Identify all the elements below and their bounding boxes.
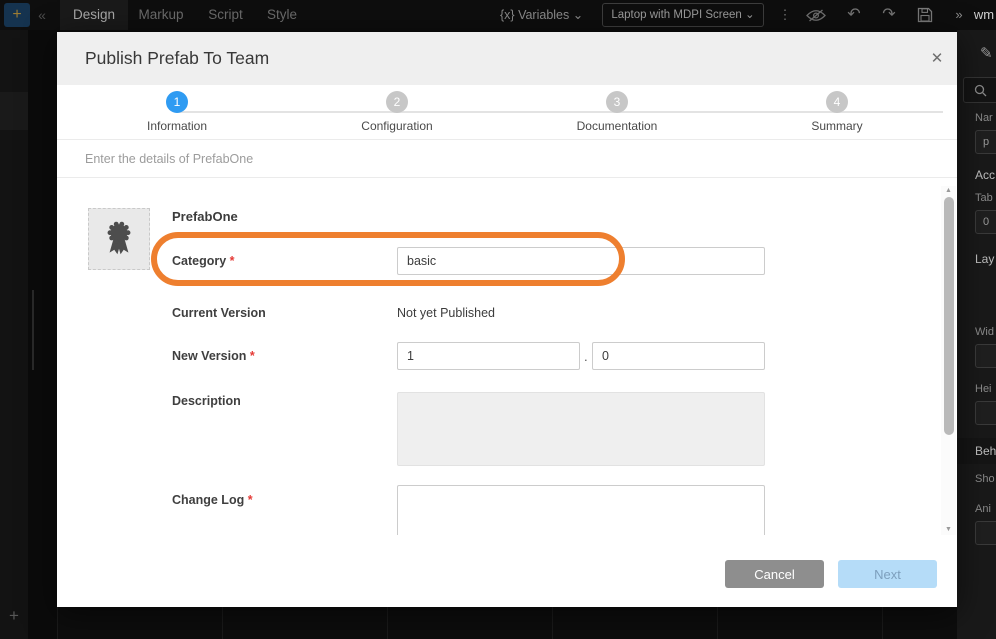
- current-version-label: Current Version: [172, 306, 266, 320]
- description-textarea[interactable]: [397, 392, 765, 466]
- device-preview-dropdown[interactable]: Laptop with MDPI Screen ⌄: [602, 3, 764, 27]
- version-minor-input[interactable]: [592, 342, 765, 370]
- next-button[interactable]: Next: [838, 560, 937, 588]
- required-marker: *: [230, 254, 235, 268]
- device-label: Laptop with MDPI Screen: [611, 9, 741, 21]
- save-icon[interactable]: [917, 7, 933, 28]
- prop-animation-input[interactable]: [975, 521, 996, 545]
- dialog-header: Publish Prefab To Team ✕: [57, 32, 957, 85]
- prop-name-input[interactable]: p: [975, 130, 996, 154]
- add-widget-button[interactable]: +: [4, 3, 30, 27]
- category-input[interactable]: [397, 247, 765, 275]
- step-documentation[interactable]: 3 Documentation: [557, 91, 677, 133]
- step-2-circle: 2: [386, 91, 408, 113]
- rail-scroll-indicator: [32, 290, 34, 370]
- prop-section-accessibility: Acc: [975, 168, 995, 182]
- prop-width-input[interactable]: [975, 344, 996, 368]
- property-search-input[interactable]: [963, 77, 996, 103]
- scrollbar-down-icon[interactable]: ▼: [941, 525, 956, 535]
- required-marker: *: [250, 349, 255, 363]
- new-version-label: New Version *: [172, 349, 255, 363]
- prop-height-input[interactable]: [975, 401, 996, 425]
- change-log-textarea[interactable]: [397, 485, 765, 535]
- tab-script[interactable]: Script: [198, 0, 253, 30]
- preview-eye-off-icon[interactable]: [806, 9, 826, 27]
- step-4-circle: 4: [826, 91, 848, 113]
- left-tree-rail: [28, 30, 57, 639]
- wizard-steps: 1 Information 2 Configuration 3 Document…: [57, 85, 957, 140]
- prop-tabindex-label: Tab: [975, 192, 993, 204]
- left-icon-rail: +: [0, 30, 28, 639]
- prefab-thumbnail: [88, 208, 150, 270]
- prop-name-label: Nar: [975, 112, 993, 124]
- properties-panel: ✎ Nar p Acc Tab 0 Lay Wid Hei Beh Sho An…: [957, 30, 996, 639]
- prop-animation-label: Ani: [975, 503, 991, 515]
- publish-prefab-dialog: Publish Prefab To Team ✕ 1 Information 2…: [57, 32, 957, 607]
- step-3-circle: 3: [606, 91, 628, 113]
- category-label: Category *: [172, 254, 235, 268]
- rail-panel-block: [0, 92, 28, 130]
- collapse-left-icon[interactable]: «: [34, 0, 50, 30]
- prop-width-label: Wid: [975, 326, 994, 338]
- kebab-menu-icon[interactable]: ⋮: [778, 0, 792, 30]
- dialog-title: Publish Prefab To Team: [85, 32, 269, 85]
- version-major-input[interactable]: [397, 342, 580, 370]
- add-page-button[interactable]: +: [0, 604, 28, 628]
- canvas-grid: [57, 607, 957, 639]
- prefab-name: PrefabOne: [172, 209, 238, 224]
- change-log-label: Change Log *: [172, 493, 253, 507]
- prop-tabindex-input[interactable]: 0: [975, 210, 996, 234]
- award-ribbon-icon: [98, 218, 140, 260]
- description-label: Description: [172, 394, 241, 408]
- chevron-down-icon: ⌄: [745, 9, 755, 21]
- required-marker: *: [248, 493, 253, 507]
- content-scrollbar[interactable]: ▲ ▼: [941, 186, 956, 535]
- dialog-content: PrefabOne Category * Current Version Not…: [57, 178, 957, 535]
- close-icon[interactable]: ✕: [917, 32, 957, 85]
- step-1-label: Information: [117, 119, 237, 133]
- step-2-label: Configuration: [337, 119, 457, 133]
- prop-section-behavior: Beh: [975, 444, 996, 458]
- step-summary[interactable]: 4 Summary: [777, 91, 897, 133]
- scrollbar-thumb[interactable]: [944, 197, 954, 435]
- project-name-fragment: wm: [972, 0, 996, 30]
- current-version-value: Not yet Published: [397, 306, 495, 320]
- dialog-footer: Cancel Next: [57, 535, 957, 607]
- redo-icon[interactable]: ↷: [880, 0, 898, 30]
- variables-label: {x} Variables: [500, 8, 569, 22]
- step-configuration[interactable]: 2 Configuration: [337, 91, 457, 133]
- cancel-button[interactable]: Cancel: [725, 560, 824, 588]
- chevron-down-icon: ⌄: [573, 8, 583, 22]
- scrollbar-up-icon[interactable]: ▲: [941, 186, 956, 196]
- version-separator: .: [584, 349, 588, 364]
- prop-height-label: Hei: [975, 383, 992, 395]
- tab-design[interactable]: Design: [60, 0, 128, 30]
- pencil-icon[interactable]: ✎: [980, 44, 993, 62]
- prop-section-layout: Lay: [975, 252, 994, 266]
- step-1-circle: 1: [166, 91, 188, 113]
- expand-right-icon[interactable]: »: [952, 0, 966, 30]
- step-information[interactable]: 1 Information: [117, 91, 237, 133]
- tab-markup[interactable]: Markup: [130, 0, 192, 30]
- tab-style[interactable]: Style: [258, 0, 306, 30]
- step-3-label: Documentation: [557, 119, 677, 133]
- search-icon: [974, 84, 987, 97]
- variables-dropdown[interactable]: {x} Variables ⌄: [500, 0, 583, 30]
- dialog-subtitle: Enter the details of PrefabOne: [57, 140, 957, 178]
- prop-show-label: Sho: [975, 473, 995, 485]
- undo-icon[interactable]: ↶: [845, 0, 863, 30]
- step-4-label: Summary: [777, 119, 897, 133]
- top-toolbar: + « Design Markup Script Style {x} Varia…: [0, 0, 996, 30]
